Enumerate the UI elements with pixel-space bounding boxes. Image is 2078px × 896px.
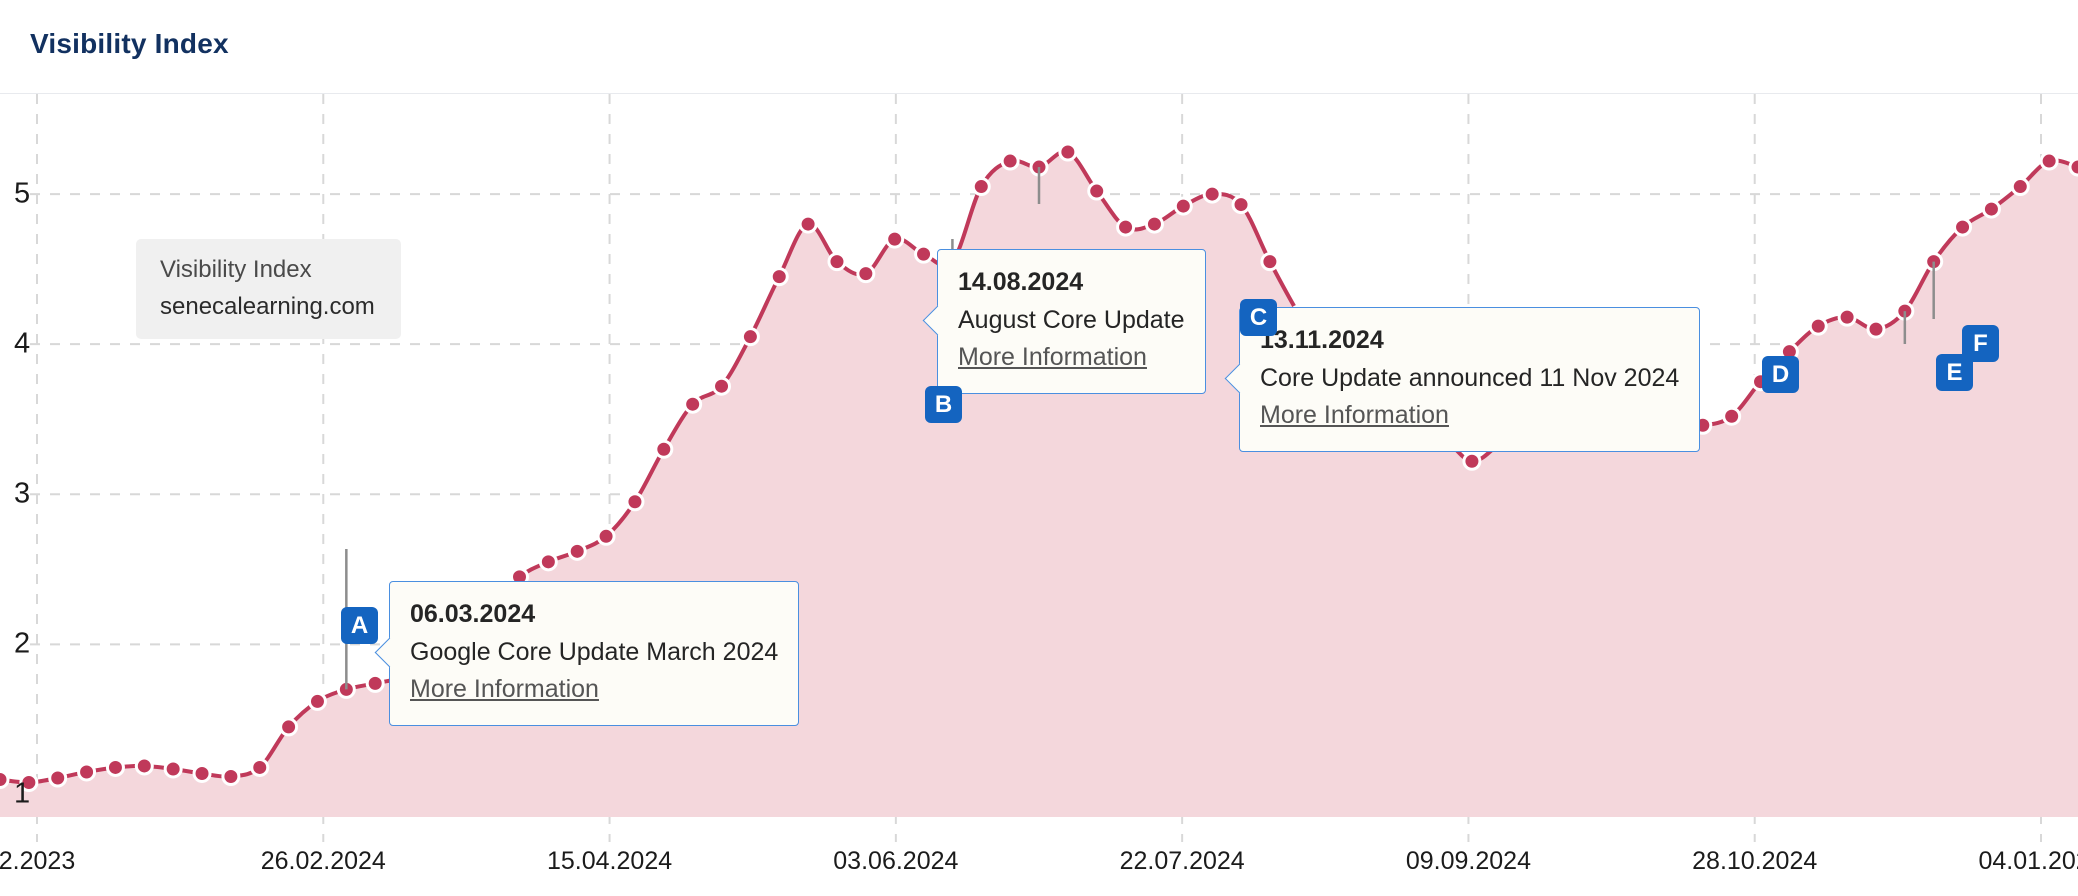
tooltip-d-more-information-link[interactable]: More Information xyxy=(1260,397,1679,435)
x-axis-tick-3: 03.06.2024 xyxy=(833,847,959,875)
x-axis-tick-4: 22.07.2024 xyxy=(1119,847,1245,875)
y-axis-tick-3: 3 xyxy=(14,477,31,510)
y-axis-tick-2: 2 xyxy=(14,627,31,660)
x-axis-tick-5: 09.09.2024 xyxy=(1405,847,1531,875)
tooltip-b-more-information-link[interactable]: More Information xyxy=(958,339,1185,377)
event-marker-f[interactable]: F xyxy=(1962,325,1999,362)
y-axis-tick-1: 1 xyxy=(14,777,31,810)
tooltip-a-date: 06.03.2024 xyxy=(410,600,536,628)
tooltip-a-more-information-link[interactable]: More Information xyxy=(410,671,778,709)
tooltip-d-description: Core Update announced 11 Nov 2024 xyxy=(1260,363,1680,392)
event-marker-a[interactable]: A xyxy=(341,607,378,644)
tooltip-a[interactable]: 06.03.2024 Google Core Update March 2024… xyxy=(374,581,800,726)
legend-series-label: Visibility Index xyxy=(160,256,312,283)
tooltip-d[interactable]: 13.11.2024 Core Update announced 11 Nov … xyxy=(1224,307,1701,452)
tooltip-b[interactable]: 14.08.2024 August Core Update More Infor… xyxy=(922,249,1206,394)
x-axis-tick-7: 04.01.2025 xyxy=(1978,847,2078,875)
card-header: Visibility Index xyxy=(0,0,2078,94)
event-marker-d[interactable]: D xyxy=(1762,356,1799,393)
tooltip-b-description: August Core Update xyxy=(958,305,1185,334)
x-axis: 2.2023 26.02.2024 15.04.2024 03.06.2024 22.0… xyxy=(0,817,2078,896)
x-axis-tick-2: 15.04.2024 xyxy=(547,847,673,875)
chart-plot-area: 2.2023 26.02.2024 15.04.2024 03.06.2024 22.0… xyxy=(0,94,2078,896)
legend-domain-label: senecalearning.com xyxy=(160,293,375,321)
y-axis-tick-4: 4 xyxy=(14,327,31,360)
visibility-index-chart xyxy=(0,94,2078,842)
event-marker-c[interactable]: C xyxy=(1240,299,1277,336)
x-axis-tick-0: 2.2023 xyxy=(0,847,76,875)
tooltip-a-description: Google Core Update March 2024 xyxy=(410,637,779,666)
event-marker-b[interactable]: B xyxy=(925,386,962,423)
page-title: Visibility Index xyxy=(30,28,229,59)
x-axis-tick-6: 28.10.2024 xyxy=(1692,847,1818,875)
y-axis-tick-5: 5 xyxy=(14,177,31,210)
x-axis-tick-1: 26.02.2024 xyxy=(260,847,386,875)
visibility-index-card: Visibility Index 2.2023 26.02.2024 15.04.2… xyxy=(0,0,2078,896)
tooltip-b-date: 14.08.2024 xyxy=(958,268,1084,296)
tooltip-d-date: 13.11.2024 xyxy=(1260,326,1384,354)
chart-legend: Visibility Index senecalearning.com xyxy=(136,239,401,340)
